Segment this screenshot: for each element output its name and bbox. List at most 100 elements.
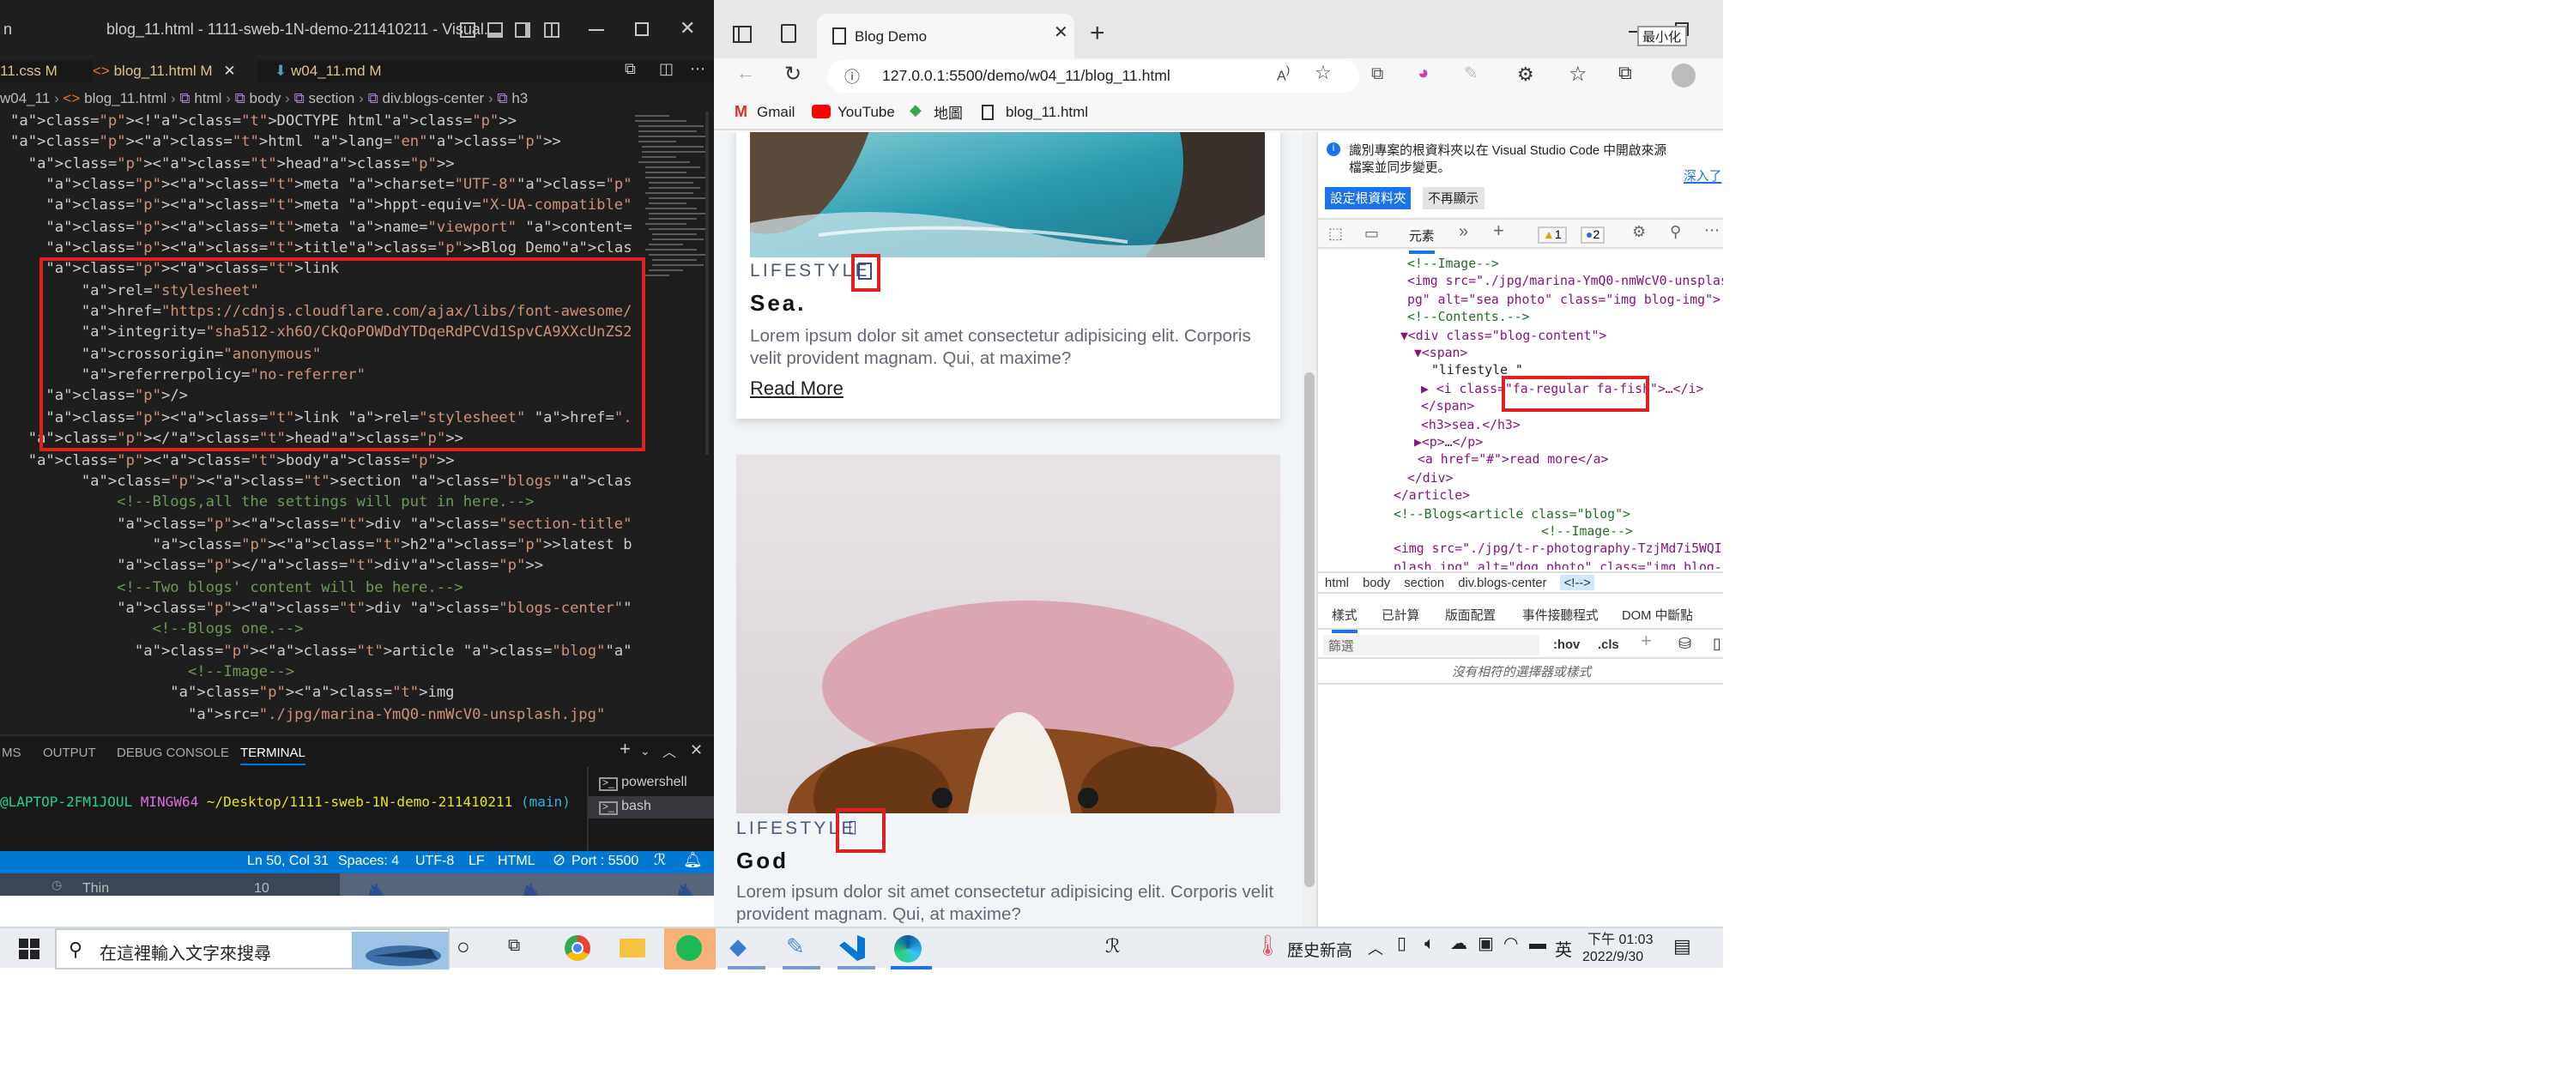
code-line[interactable]: "a">class="p"><"a">class="t">meta "a">na… — [10, 217, 632, 239]
app-icon[interactable]: ✎ — [786, 933, 805, 961]
code-line[interactable]: <!--Image--> — [10, 662, 632, 684]
clock-date[interactable]: 2022/9/30 — [1582, 949, 1643, 964]
favorite-blog[interactable]: blog_11.html — [1006, 103, 1088, 120]
profile-avatar[interactable] — [1672, 63, 1696, 88]
panel-tab-output[interactable]: OUTPUT — [43, 745, 96, 760]
dom-crumb[interactable]: html — [1325, 575, 1349, 590]
new-tab-icon[interactable]: + — [1090, 19, 1105, 48]
cloud-icon[interactable]: ☁ — [1450, 935, 1467, 954]
split-editor-icon[interactable]: ⧉ — [625, 60, 636, 79]
code-line[interactable]: "a">class="p"><"a">class="t">meta "a">ch… — [10, 175, 632, 196]
inspect-icon[interactable]: ⬚ — [1328, 225, 1343, 244]
task-view-icon[interactable]: ⧉ — [508, 937, 520, 956]
clock-time[interactable]: 下午 01:03 — [1587, 930, 1654, 949]
hov-toggle[interactable]: :hov — [1553, 637, 1580, 652]
add-tab-icon[interactable]: + — [1493, 221, 1504, 242]
new-terminal-icon[interactable]: + — [620, 740, 631, 760]
terminal-prompt[interactable]: @LAPTOP-2FM1JOUL MINGW64 ~/Desktop/1111-… — [0, 794, 571, 810]
ime-indicator[interactable]: 英 — [1555, 935, 1572, 961]
read-aloud-icon[interactable]: A) — [1277, 65, 1290, 83]
code-line[interactable]: "a">src="./jpg/marina-YmQ0-nmWcV0-unspla… — [10, 704, 632, 726]
status-language[interactable]: HTML — [498, 853, 535, 868]
computed-styles-sidebar-icon[interactable]: ⛁ — [1678, 635, 1691, 654]
code-line[interactable]: "a">class="p"><"a">class="t">div "a">cla… — [10, 514, 632, 535]
extension-icon[interactable]: ✎ — [1464, 65, 1478, 84]
news-text[interactable]: 歷史新高 — [1287, 937, 1352, 961]
dom-node[interactable]: ▼<div class="blog-content"> — [1400, 327, 1606, 342]
minimize-icon[interactable] — [589, 29, 604, 31]
chrome-icon[interactable] — [565, 935, 590, 961]
dom-node[interactable]: <img src="./jpg/marina-YmQ0-nmWcV0-unspl… — [1407, 274, 1723, 289]
code-line[interactable]: "a">class="p"></"a">class="t">div"a">cla… — [10, 556, 632, 577]
chevron-down-icon[interactable]: ⌄ — [640, 745, 650, 758]
code-line[interactable]: "a">class="p"><"a">class="t">html "a">la… — [10, 133, 632, 154]
code-line[interactable]: "a">class="p"><!"a">class="t">DOCTYPE ht… — [10, 112, 632, 133]
dom-crumb[interactable]: section — [1404, 575, 1444, 590]
code-line[interactable]: "a">class="p"><"a">class="t">h2"a">class… — [10, 535, 632, 557]
favorite-gmail[interactable]: Gmail — [757, 103, 795, 120]
code-line[interactable]: "a">class="p"><"a">class="t">head"a">cla… — [10, 154, 632, 175]
toggle-sidebar-icon[interactable]: ▯ — [1713, 635, 1721, 654]
tab-css[interactable]: 11.css M — [0, 60, 86, 82]
notifications-icon[interactable]: 🔔︎ — [683, 851, 703, 870]
extensions-puzzle-icon[interactable]: ⚙ — [1517, 63, 1534, 86]
accounts-icon[interactable]: ℛ — [654, 851, 666, 870]
dom-node[interactable]: <img src="./jpg/t-r-photography-TzjMd7i5… — [1394, 541, 1723, 557]
toggle-primary-sidebar-icon[interactable] — [460, 22, 475, 38]
address-bar[interactable]: ⓘ 127.0.0.1:5500/demo/w04_11/blog_11.htm… — [827, 60, 1359, 93]
close-icon[interactable]: ✕ — [680, 17, 695, 39]
spotify-icon[interactable] — [676, 935, 702, 961]
file-explorer-icon[interactable] — [620, 939, 645, 957]
add-favorite-icon[interactable]: ☆ — [1315, 62, 1332, 84]
tab-layout[interactable]: 版面配置 — [1445, 606, 1496, 625]
panel-tab-debug-console[interactable]: DEBUG CONSOLE — [117, 745, 229, 760]
status-encoding[interactable]: UTF-8 — [415, 853, 454, 868]
status-indentation[interactable]: Spaces: 4 — [338, 853, 399, 868]
panel-tab-terminal[interactable]: TERMINAL — [240, 745, 305, 765]
show-hidden-icons[interactable]: ︿ — [1368, 937, 1383, 959]
styles-filter-input[interactable]: 篩選 — [1323, 635, 1539, 655]
dom-node[interactable]: pg" alt="sea photo" class="img blog-img"… — [1407, 292, 1720, 307]
workspaces-icon[interactable] — [781, 24, 796, 43]
learn-more-link[interactable]: 深入了 — [1684, 166, 1721, 185]
scrollbar-thumb[interactable] — [1304, 372, 1315, 887]
favorite-maps[interactable]: 地圖 — [934, 103, 963, 124]
breadcrumb-item[interactable]: html — [194, 89, 221, 106]
set-root-folder-button[interactable]: 設定根資料夾 — [1325, 187, 1412, 209]
code-line[interactable]: "a">class="p"><"a">class="t">article "a"… — [10, 641, 632, 662]
tab-close-icon[interactable]: ✕ — [223, 62, 235, 79]
dom-node[interactable]: <!--Image--> — [1541, 523, 1633, 539]
people-icon[interactable]: ℛ — [1105, 935, 1121, 957]
terminal-item-powershell[interactable]: >_ powershell — [599, 774, 687, 791]
refresh-icon[interactable]: ↻ — [784, 62, 801, 86]
tab-dom-breakpoints[interactable]: DOM 中斷點 — [1622, 606, 1693, 625]
toggle-panel-icon[interactable] — [487, 22, 503, 38]
tab-event-listeners[interactable]: 事件接聽程式 — [1522, 606, 1599, 625]
browser-tab-active[interactable]: Blog Demo ✕ — [817, 14, 1074, 58]
read-more-link[interactable]: Read More — [750, 379, 844, 400]
dom-node[interactable]: </article> — [1394, 487, 1470, 503]
more-tabs-icon[interactable]: » — [1459, 223, 1468, 242]
code-line[interactable]: "a">class="p"><"a">class="t">section "a"… — [10, 472, 632, 493]
more-actions-icon[interactable]: ⋯ — [690, 60, 705, 79]
url-text[interactable]: 127.0.0.1:5500/demo/w04_11/blog_11.html — [882, 67, 1170, 84]
dom-crumb-selected[interactable]: <!--> — [1560, 575, 1594, 590]
tab-blog-html[interactable]: <> blog_11.html M ✕ — [93, 60, 257, 82]
wifi-icon[interactable]: ◠ — [1503, 935, 1518, 954]
dom-node[interactable]: </span> — [1421, 398, 1474, 414]
breadcrumb-item[interactable]: div.blogs-center — [382, 89, 484, 106]
code-line[interactable]: "a">class="p"><"a">class="t">div "a">cla… — [10, 599, 632, 620]
panel-tab-problems[interactable]: MS — [2, 745, 21, 760]
app-icon[interactable]: ◆ — [729, 933, 747, 961]
dom-node[interactable]: <!--Contents.--> — [1407, 309, 1529, 324]
breadcrumb-item[interactable]: blog_11.html — [84, 89, 166, 106]
dom-node[interactable]: <!--Blogs<article class="blog"> — [1394, 505, 1630, 521]
notification-center-icon[interactable]: ▤ — [1673, 935, 1691, 957]
code-line[interactable]: "a">class="p"><"a">class="t">body"a">cla… — [10, 450, 632, 472]
page-scrollbar[interactable] — [1303, 132, 1316, 927]
breadcrumb-item[interactable]: section — [309, 89, 355, 106]
menu-fragment[interactable]: n — [3, 21, 12, 38]
breadcrumb-item[interactable]: h3 — [511, 89, 528, 106]
breadcrumb-item[interactable]: body — [250, 89, 281, 106]
vscode-icon[interactable] — [839, 935, 865, 961]
